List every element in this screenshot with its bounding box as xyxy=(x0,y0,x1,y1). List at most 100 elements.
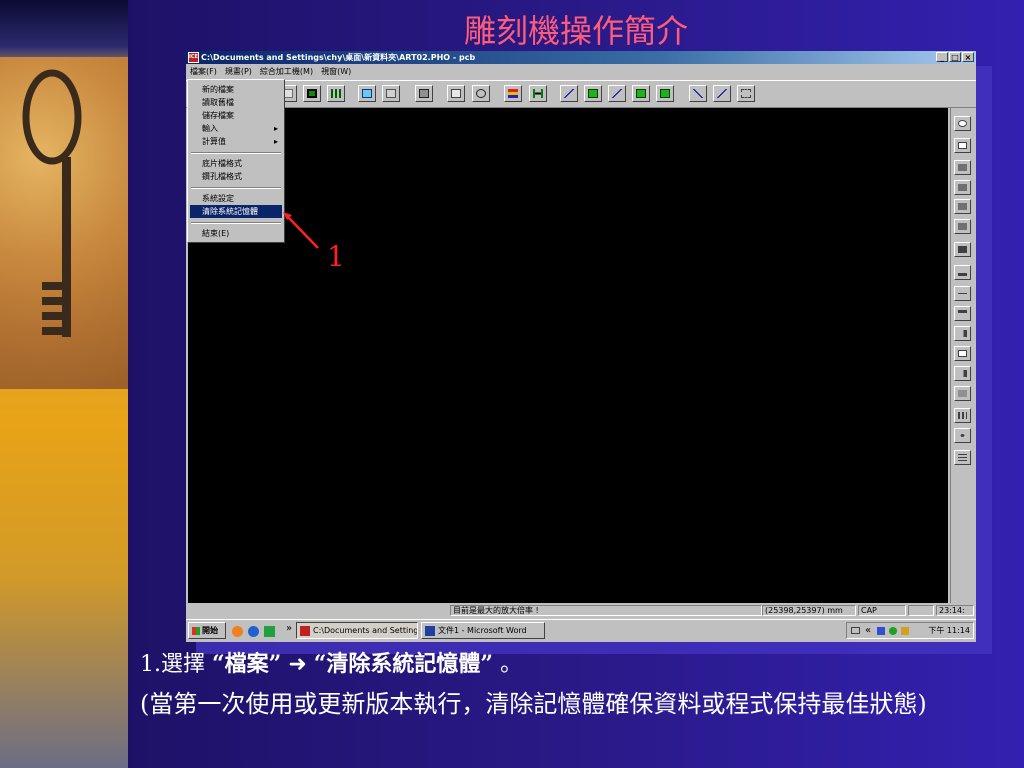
trace-layer2-icon xyxy=(636,89,646,98)
caption-clear-memory: “清除系統記憶體” xyxy=(313,651,494,677)
status-time: 23:14: xyxy=(936,605,974,616)
menu-item-save-file[interactable]: 儲存檔案 xyxy=(190,109,282,122)
network-icon[interactable] xyxy=(889,627,897,635)
right-tool-button[interactable] xyxy=(954,450,971,465)
close-button[interactable]: × xyxy=(962,52,974,62)
menu-separator xyxy=(191,187,281,189)
menu-item-calculate[interactable]: 計算值 ▸ xyxy=(190,135,282,148)
drawing-canvas[interactable] xyxy=(188,108,948,603)
start-button[interactable]: 開始 xyxy=(188,622,226,639)
toolbar-button[interactable] xyxy=(303,85,321,102)
start-label: 開始 xyxy=(202,626,218,635)
caption-file: “檔案” xyxy=(212,651,282,677)
menu-item-new-file[interactable]: 新的檔案 xyxy=(190,83,282,96)
merge-icon xyxy=(717,89,727,98)
app-icon: ICE xyxy=(188,52,199,63)
status-coords: (25398,25397) mm xyxy=(762,605,856,616)
right-tool-button[interactable] xyxy=(954,366,971,381)
trace2-icon xyxy=(612,89,622,98)
align-middle-icon xyxy=(958,290,967,297)
trace-layer3-icon xyxy=(660,89,670,98)
menu-separator xyxy=(191,152,281,154)
right-tool-button[interactable] xyxy=(954,428,971,443)
toolbar-button[interactable] xyxy=(472,85,490,102)
app-window: ICE C:\Documents and Settings\chy\桌面\新資料夾… xyxy=(186,51,976,642)
volume-icon[interactable] xyxy=(877,627,885,635)
toolbar-button[interactable] xyxy=(382,85,400,102)
right-tool-button[interactable] xyxy=(954,180,971,195)
menu-item-open-file[interactable]: 讀取舊檔 xyxy=(190,96,282,109)
select-box-icon xyxy=(362,89,372,98)
menu-plan[interactable]: 規畫(P) xyxy=(221,65,256,79)
toolbar-button[interactable] xyxy=(656,85,674,102)
toolbar-button[interactable] xyxy=(608,85,626,102)
task-pcb-window[interactable]: C:\Documents and Setting... xyxy=(296,622,418,639)
right-tool-button[interactable] xyxy=(954,160,971,175)
zoom-window-icon xyxy=(451,89,461,98)
right-tool-button[interactable] xyxy=(954,242,971,257)
width-icon xyxy=(533,89,543,98)
right-tool-button[interactable] xyxy=(954,286,971,301)
right-tool-button[interactable] xyxy=(954,386,971,401)
toolbar-button[interactable] xyxy=(358,85,376,102)
right-tool-button[interactable] xyxy=(954,138,971,153)
right-tool-button[interactable] xyxy=(954,219,971,234)
grid-icon xyxy=(331,89,341,98)
caption-prefix: 1.選擇 xyxy=(140,652,205,677)
toolbar-button[interactable] xyxy=(529,85,547,102)
trace-layer1-icon xyxy=(588,89,598,98)
menu-item-system-settings[interactable]: 系統設定 xyxy=(190,192,282,205)
slide-title: 雕刻機操作簡介 xyxy=(463,12,688,50)
pcb-app-icon xyxy=(300,625,310,636)
menu-item-drill-format[interactable]: 鑽孔檔格式 xyxy=(190,170,282,183)
keyboard-icon[interactable] xyxy=(851,627,860,634)
tray-clock[interactable]: 下午 11:14 xyxy=(928,623,970,638)
quicklaunch-messenger-icon[interactable] xyxy=(232,626,243,637)
toolbar xyxy=(186,80,976,108)
menu-machine[interactable]: 綜合加工機(M) xyxy=(256,65,317,79)
tray-chevron[interactable]: « xyxy=(865,623,871,638)
toolbar-button[interactable] xyxy=(737,85,755,102)
toolbar-button[interactable] xyxy=(713,85,731,102)
quicklaunch-chevron[interactable]: » xyxy=(286,623,292,634)
calculator-icon xyxy=(419,89,429,98)
menu-item-film-format[interactable]: 底片檔格式 xyxy=(190,157,282,170)
toolbar-button[interactable] xyxy=(504,85,522,102)
toolbar-button[interactable] xyxy=(632,85,650,102)
toolbar-button[interactable] xyxy=(447,85,465,102)
quicklaunch-desktop-icon[interactable] xyxy=(264,626,275,637)
toolbar-button[interactable] xyxy=(560,85,578,102)
right-tool-button[interactable] xyxy=(954,265,971,280)
taskbar: 開始 » C:\Documents and Setting... 文件1 - M… xyxy=(186,619,976,642)
antivirus-icon[interactable] xyxy=(901,627,909,635)
status-message: 目前是最大的放大倍率 ! xyxy=(450,605,762,616)
right-tool-button[interactable] xyxy=(954,326,971,341)
statusbar: 目前是最大的放大倍率 ! (25398,25397) mm CAP 23:14: xyxy=(186,604,976,617)
right-tool-button[interactable] xyxy=(954,116,971,131)
minimize-button[interactable]: _ xyxy=(936,52,948,62)
step-caption: 1.選擇 “檔案” ➜ “清除系統記憶體” 。 xyxy=(140,646,522,678)
window-titlebar[interactable]: ICE C:\Documents and Settings\chy\桌面\新資料夾… xyxy=(186,51,976,64)
right-tool-button[interactable] xyxy=(954,346,971,361)
right-toolbar xyxy=(950,108,975,603)
quicklaunch-ie-icon[interactable] xyxy=(248,626,259,637)
toolbar-button[interactable] xyxy=(584,85,602,102)
right-tool-button[interactable] xyxy=(954,199,971,214)
window-icon xyxy=(386,89,396,98)
menu-item-clear-memory[interactable]: 清除系統記憶體 xyxy=(190,205,282,218)
right-tool-button[interactable] xyxy=(954,306,971,321)
menu-item-exit[interactable]: 結束(E) xyxy=(190,227,282,240)
menu-item-import[interactable]: 輸入 ▸ xyxy=(190,122,282,135)
pattern1-icon xyxy=(958,164,967,171)
menu-window[interactable]: 視窗(W) xyxy=(317,65,355,79)
toolbar-button[interactable] xyxy=(327,85,345,102)
right-tool-button[interactable] xyxy=(954,408,971,423)
menu-file[interactable]: 檔案(F) xyxy=(186,65,221,79)
submenu-arrow-icon: ▸ xyxy=(273,137,278,146)
info-icon xyxy=(958,120,967,127)
caption-end: 。 xyxy=(500,652,523,677)
maximize-button[interactable]: □ xyxy=(949,52,961,62)
task-word-window[interactable]: 文件1 - Microsoft Word xyxy=(421,622,545,639)
toolbar-button[interactable] xyxy=(415,85,433,102)
toolbar-button[interactable] xyxy=(689,85,707,102)
